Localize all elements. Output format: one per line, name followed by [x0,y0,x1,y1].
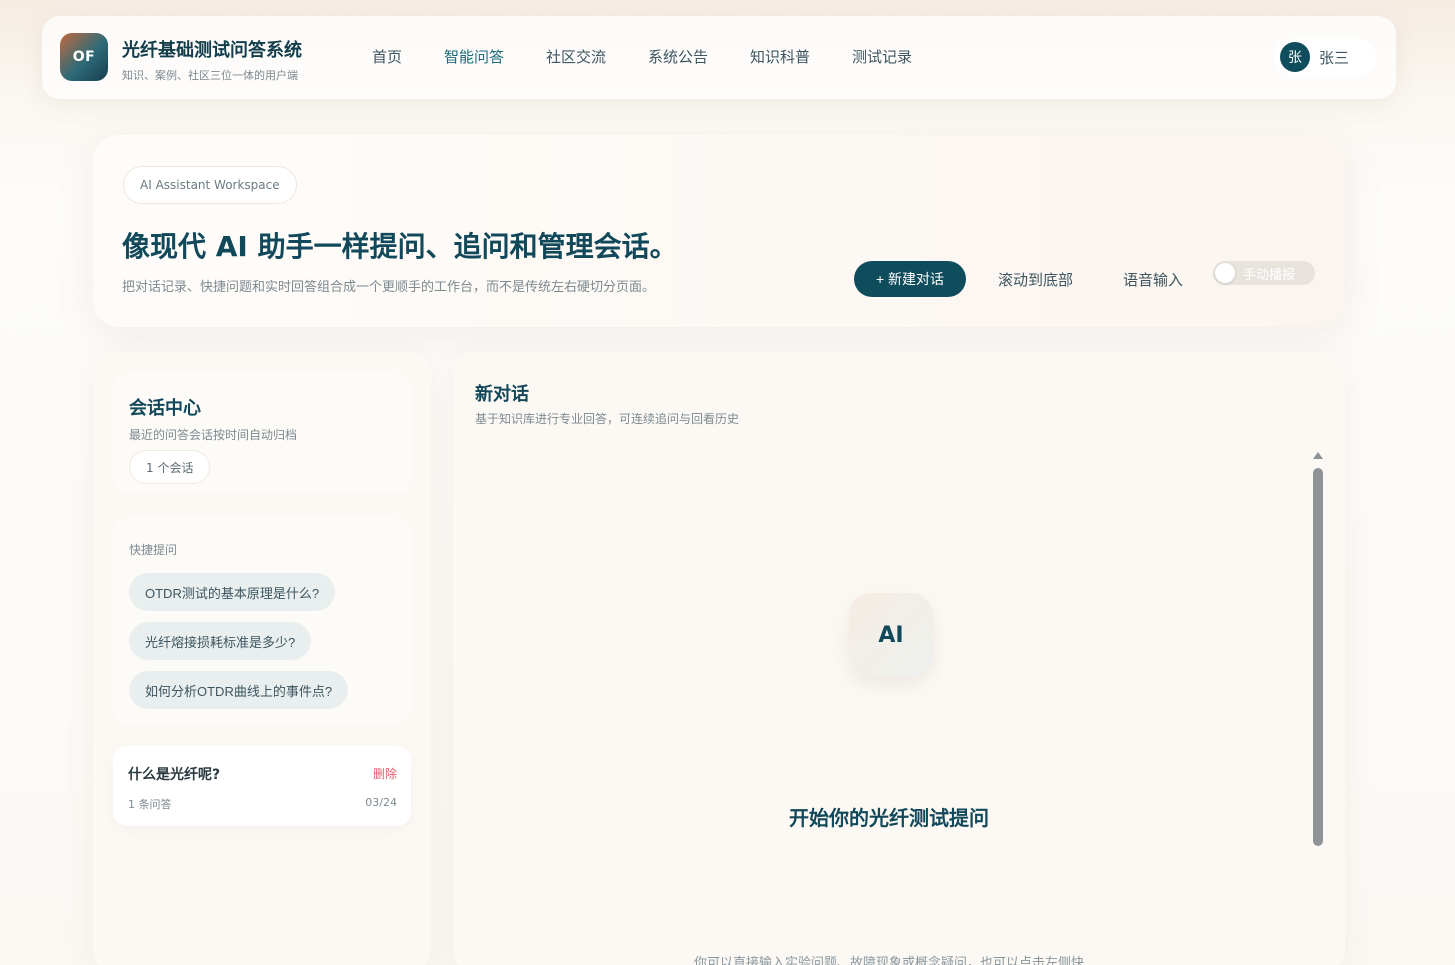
session-center-card: 会话中心 最近的问答会话按时间自动归档 1 个会话 [113,374,411,494]
toggle-knob [1215,263,1235,283]
scroll-to-bottom-button[interactable]: 滚动到底部 [998,261,1073,297]
nav-smart-qa[interactable]: 智能问答 [444,46,546,67]
quick-question-chip[interactable]: OTDR测试的基本原理是什么? [129,573,336,611]
nav-home[interactable]: 首页 [372,46,444,67]
history-session-title: 什么是光纤呢? [128,767,221,783]
quick-questions-label: 快捷提问 [129,543,178,557]
hero-description: 把对话记录、快捷问题和实时回答组合成一个更顺手的工作台，而不是传统左右硬切分页面… [122,280,656,295]
quick-questions-card: 快捷提问 OTDR测试的基本原理是什么? 光纤熔接损耗标准是多少? 如何分析OT… [113,518,411,724]
voice-input-button[interactable]: 语音输入 [1123,261,1183,297]
main-nav: 首页 智能问答 社区交流 系统公告 知识科普 测试记录 [372,46,954,67]
quick-question-chip[interactable]: 光纤熔接损耗标准是多少? [129,622,312,660]
chat-subtitle: 基于知识库进行专业回答，可连续追问与回看历史 [475,412,740,426]
scroll-up-arrow-icon[interactable] [1313,452,1323,459]
top-navbar: OF 光纤基础测试问答系统 知识、案例、社区三位一体的用户端 首页 智能问答 社… [42,16,1396,99]
app-logo[interactable]: OF [60,33,108,81]
session-center-subtitle: 最近的问答会话按时间自动归档 [129,428,298,442]
hero-card: AI Assistant Workspace 像现代 AI 助手一样提问、追问和… [93,135,1345,327]
app-title: 光纤基础测试问答系统 [122,40,302,61]
history-qa-count: 1 条问答 [128,798,172,811]
chat-title: 新对话 [475,384,529,405]
empty-state-hint: 你可以直接输入实验问题、故障现象或概念疑问，也可以点击左侧快 [693,956,1084,965]
nav-announcements[interactable]: 系统公告 [648,46,750,67]
new-chat-button[interactable]: + 新建对话 [854,261,966,297]
delete-session-button[interactable]: 删除 [373,765,397,782]
session-center-title: 会话中心 [129,398,201,419]
history-session-item[interactable]: 什么是光纤呢? 删除 1 条问答 03/24 [113,746,411,826]
user-name: 张三 [1319,48,1350,67]
chat-panel: 新对话 基于知识库进行专业回答，可连续追问与回看历史 AI 开始你的光纤测试提问… [453,352,1345,965]
empty-state-title: 开始你的光纤测试提问 [789,806,989,830]
session-count-badge: 1 个会话 [129,450,211,484]
toggle-label: 手动播报 [1243,267,1296,283]
app-subtitle: 知识、案例、社区三位一体的用户端 [122,69,298,82]
ai-avatar-icon: AI [849,593,933,677]
nav-test-records[interactable]: 测试记录 [852,46,954,67]
workspace-tag: AI Assistant Workspace [123,166,297,204]
quick-question-chip[interactable]: 如何分析OTDR曲线上的事件点? [129,671,349,709]
chat-scrollbar[interactable] [1313,468,1323,846]
avatar: 张 [1280,42,1310,72]
hero-title: 像现代 AI 助手一样提问、追问和管理会话。 [122,230,678,263]
nav-knowledge[interactable]: 知识科普 [750,46,852,67]
session-sidebar: 会话中心 最近的问答会话按时间自动归档 1 个会话 快捷提问 OTDR测试的基本… [93,352,431,965]
history-date: 03/24 [365,796,397,809]
manual-broadcast-toggle[interactable]: 手动播报 [1213,261,1315,285]
nav-community[interactable]: 社区交流 [546,46,648,67]
user-menu[interactable]: 张 张三 [1274,39,1376,75]
